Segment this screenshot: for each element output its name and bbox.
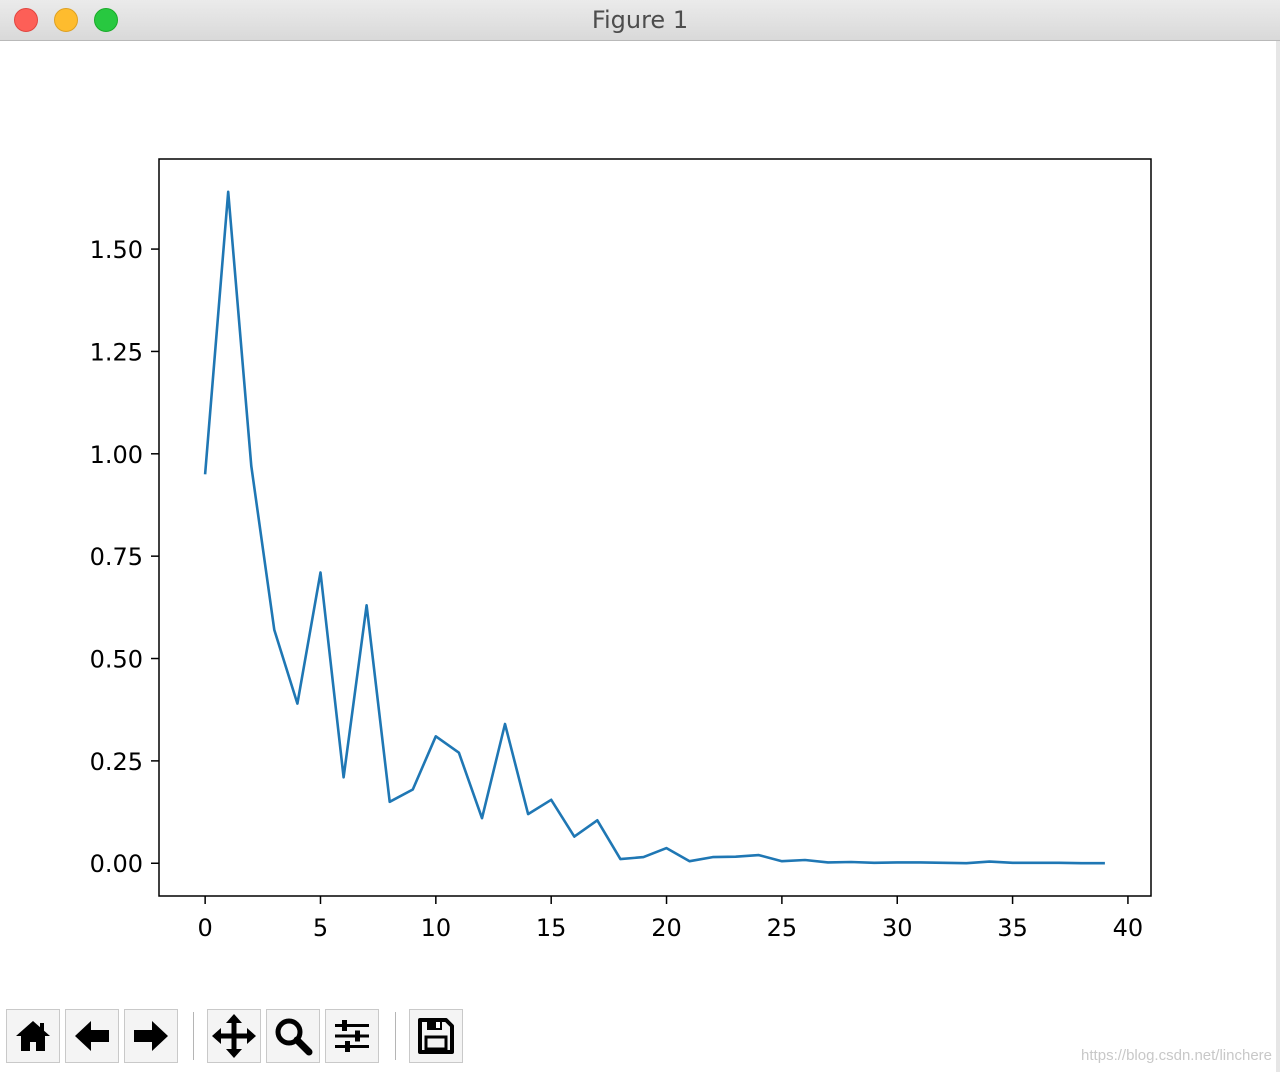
figure-canvas: 0 5 10 15 20 25 30 35 40 0.00 0.25 0.50 0.75 1.00 1.2…: [0, 41, 1280, 1000]
x-tick-label: 25: [767, 914, 798, 942]
y-tick-label: 0.00: [90, 850, 143, 878]
plot-area: [158, 158, 1152, 897]
move-icon: [212, 1014, 256, 1058]
home-button[interactable]: [6, 1009, 60, 1063]
line-chart: 0 5 10 15 20 25 30 35 40 0.00 0.25 0.50 0.75 1.00 1.2…: [90, 158, 1152, 942]
y-axis: 0.00 0.25 0.50 0.75 1.00 1.25 1.50: [90, 236, 159, 878]
x-tick-label: 10: [421, 914, 452, 942]
y-tick-label: 0.75: [90, 543, 143, 571]
title-bar: Figure 1: [0, 0, 1280, 41]
y-tick-label: 1.50: [90, 236, 143, 264]
floppy-disk-icon: [418, 1018, 454, 1054]
x-tick-label: 20: [651, 914, 682, 942]
toolbar-separator: [193, 1012, 194, 1060]
y-tick-label: 0.25: [90, 748, 143, 776]
watermark-text: https://blog.csdn.net/linchere: [1081, 1047, 1272, 1064]
zoom-button[interactable]: [266, 1009, 320, 1063]
navigation-toolbar: https://blog.csdn.net/linchere: [0, 1000, 1280, 1072]
arrow-right-icon: [134, 1021, 168, 1051]
window-title: Figure 1: [591, 6, 689, 34]
y-tick-label: 0.50: [90, 646, 143, 674]
magnifier-icon: [275, 1018, 313, 1056]
home-icon: [16, 1021, 50, 1051]
back-button[interactable]: [65, 1009, 119, 1063]
x-tick-label: 0: [197, 914, 212, 942]
x-tick-label: 40: [1113, 914, 1144, 942]
y-tick-label: 1.25: [90, 338, 143, 366]
forward-button[interactable]: [124, 1009, 178, 1063]
y-tick-label: 1.00: [90, 441, 143, 469]
save-button[interactable]: [409, 1009, 463, 1063]
window-edge: [1276, 41, 1280, 1072]
x-tick-label: 5: [313, 914, 328, 942]
figure-window: Figure 1 0 5 10 15 20 25 30 35 40 0.00 0.25 0.50 0.…: [0, 0, 1280, 1072]
configure-subplots-button[interactable]: [325, 1009, 379, 1063]
x-tick-label: 15: [536, 914, 567, 942]
arrow-left-icon: [75, 1021, 109, 1051]
x-axis: 0 5 10 15 20 25 30 35 40: [197, 896, 1143, 942]
pan-button[interactable]: [207, 1009, 261, 1063]
toolbar-separator: [395, 1012, 396, 1060]
x-tick-label: 30: [882, 914, 913, 942]
x-tick-label: 35: [997, 914, 1028, 942]
sliders-icon: [335, 1020, 369, 1052]
